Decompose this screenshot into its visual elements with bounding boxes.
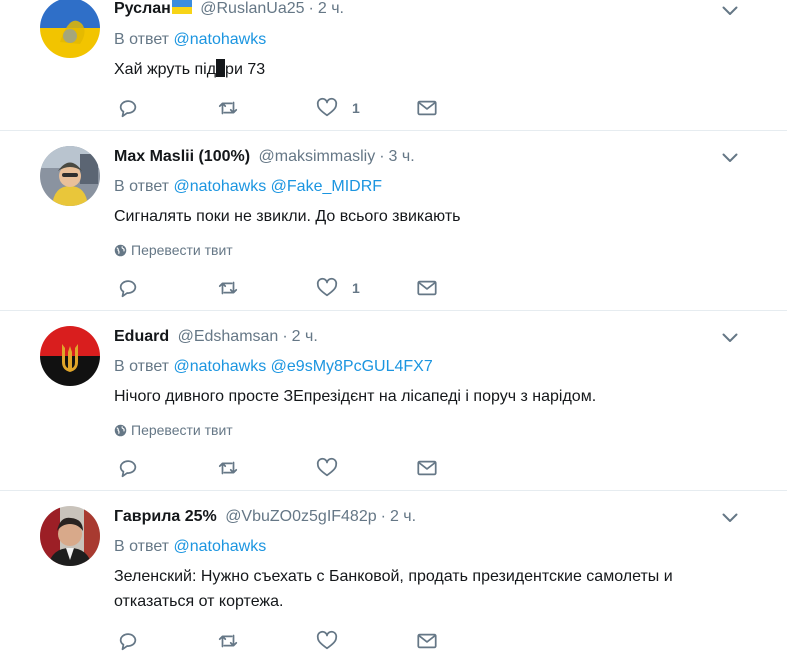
like-button[interactable]: 1 bbox=[316, 277, 360, 299]
like-count: 1 bbox=[352, 100, 360, 116]
retweet-icon bbox=[218, 461, 238, 475]
tweet-actions: 1 bbox=[114, 97, 454, 119]
censor-block bbox=[216, 59, 226, 77]
username[interactable]: @VbuZO0z5gIF482p bbox=[225, 508, 376, 525]
tweet-text: Сигналять поки не звикли. До всього звик… bbox=[114, 208, 461, 225]
avatar[interactable] bbox=[40, 146, 100, 206]
avatar[interactable] bbox=[40, 326, 100, 386]
ukraine-flag-icon bbox=[171, 0, 192, 14]
globe-icon bbox=[114, 244, 127, 257]
envelope-icon bbox=[417, 280, 437, 296]
timestamp[interactable]: 2 ч. bbox=[318, 0, 344, 17]
like-button[interactable]: 1 bbox=[316, 97, 360, 119]
mention-link[interactable]: @e9sMy8PcGUL4FX7 bbox=[271, 358, 433, 375]
chevron-down-icon[interactable] bbox=[722, 333, 738, 343]
tweet-header: Гаврила 25% @VbuZO0z5gIF482p · 2 ч. bbox=[114, 508, 417, 525]
retweet-button[interactable] bbox=[217, 630, 239, 652]
retweet-icon bbox=[218, 634, 238, 648]
envelope-icon bbox=[417, 633, 437, 649]
child-photo-avatar-icon bbox=[40, 146, 100, 206]
like-button[interactable] bbox=[316, 630, 338, 652]
tweet-text: Хай жруть під ри 73 bbox=[114, 59, 266, 78]
heart-icon bbox=[316, 277, 338, 297]
tweet[interactable]: Eduard @Edshamsan · 2 ч. В ответ @natohawk… bbox=[0, 311, 787, 490]
tweet-text: Нічого дивного просте ЗЕпрезідєнт на ліс… bbox=[114, 388, 597, 405]
direct-message-button[interactable] bbox=[416, 277, 438, 299]
translate-tweet-link[interactable]: Перевести твит bbox=[114, 241, 233, 259]
retweet-button[interactable] bbox=[217, 277, 239, 299]
retweet-icon bbox=[218, 281, 238, 295]
heart-icon bbox=[316, 97, 338, 117]
like-button[interactable] bbox=[316, 457, 338, 479]
username[interactable]: @maksimmasliy bbox=[259, 148, 376, 165]
reply-context: В ответ @natohawks bbox=[114, 538, 267, 555]
avatar[interactable] bbox=[40, 506, 100, 566]
display-name[interactable]: Max Maslii (100%) bbox=[114, 148, 250, 165]
heart-icon bbox=[316, 457, 338, 477]
mention-link[interactable]: @natohawks bbox=[173, 358, 266, 375]
chevron-down-icon[interactable] bbox=[722, 153, 738, 163]
reply-button[interactable] bbox=[117, 457, 139, 479]
man-photo-avatar-icon bbox=[40, 506, 100, 566]
tweet-actions: 1 bbox=[114, 277, 454, 299]
retweet-button[interactable] bbox=[217, 97, 239, 119]
envelope-icon bbox=[417, 460, 437, 476]
reply-context: В ответ @natohawks @Fake_MIDRF bbox=[114, 178, 383, 195]
globe-icon bbox=[114, 424, 127, 437]
reply-context: В ответ @natohawks @e9sMy8PcGUL4FX7 bbox=[114, 358, 433, 375]
reply-context: В ответ @natohawks bbox=[114, 31, 267, 48]
translate-tweet-link[interactable]: Перевести твит bbox=[114, 421, 233, 439]
username[interactable]: @Edshamsan bbox=[178, 328, 279, 345]
ukraine-flag-avatar-icon bbox=[40, 0, 100, 58]
avatar[interactable] bbox=[40, 0, 100, 58]
direct-message-button[interactable] bbox=[416, 457, 438, 479]
username[interactable]: @RuslanUa25 bbox=[200, 0, 304, 17]
tweet-actions bbox=[114, 630, 454, 652]
reply-icon bbox=[119, 633, 137, 651]
direct-message-button[interactable] bbox=[416, 97, 438, 119]
chevron-down-icon[interactable] bbox=[722, 6, 738, 16]
tweet[interactable]: Гаврила 25% @VbuZO0z5gIF482p · 2 ч. В отве… bbox=[0, 491, 787, 660]
tweet-header: Руслан @RuslanUa25 · 2 ч. bbox=[114, 0, 344, 17]
retweet-button[interactable] bbox=[217, 457, 239, 479]
reply-button[interactable] bbox=[117, 630, 139, 652]
chevron-down-icon[interactable] bbox=[722, 513, 738, 523]
tweet-actions bbox=[114, 457, 454, 479]
envelope-icon bbox=[417, 100, 437, 116]
tweet-header: Max Maslii (100%) @maksimmasliy · 3 ч. bbox=[114, 148, 415, 165]
retweet-icon bbox=[218, 101, 238, 115]
direct-message-button[interactable] bbox=[416, 630, 438, 652]
tweet[interactable]: Руслан @RuslanUa25 · 2 ч. В ответ @natohaw… bbox=[0, 0, 787, 130]
mention-link[interactable]: @natohawks bbox=[173, 178, 266, 195]
display-name[interactable]: Eduard bbox=[114, 328, 169, 345]
red-black-trident-avatar-icon bbox=[40, 326, 100, 386]
mention-link[interactable]: @Fake_MIDRF bbox=[271, 178, 382, 195]
tweet-text: Зеленский: Нужно съехать с Банковой, про… bbox=[114, 568, 673, 610]
mention-link[interactable]: @natohawks bbox=[173, 538, 266, 555]
timestamp[interactable]: 2 ч. bbox=[390, 508, 416, 525]
reply-button[interactable] bbox=[117, 97, 139, 119]
timestamp[interactable]: 2 ч. bbox=[292, 328, 318, 345]
tweet-header: Eduard @Edshamsan · 2 ч. bbox=[114, 328, 318, 345]
reply-button[interactable] bbox=[117, 277, 139, 299]
like-count: 1 bbox=[352, 280, 360, 296]
reply-icon bbox=[119, 460, 137, 478]
reply-icon bbox=[119, 100, 137, 118]
display-name[interactable]: Руслан bbox=[114, 0, 171, 17]
heart-icon bbox=[316, 630, 338, 650]
display-name[interactable]: Гаврила 25% bbox=[114, 508, 217, 525]
mention-link[interactable]: @natohawks bbox=[173, 31, 266, 48]
reply-icon bbox=[119, 280, 137, 298]
tweet[interactable]: Max Maslii (100%) @maksimmasliy · 3 ч. В о… bbox=[0, 131, 787, 310]
timestamp[interactable]: 3 ч. bbox=[389, 148, 415, 165]
